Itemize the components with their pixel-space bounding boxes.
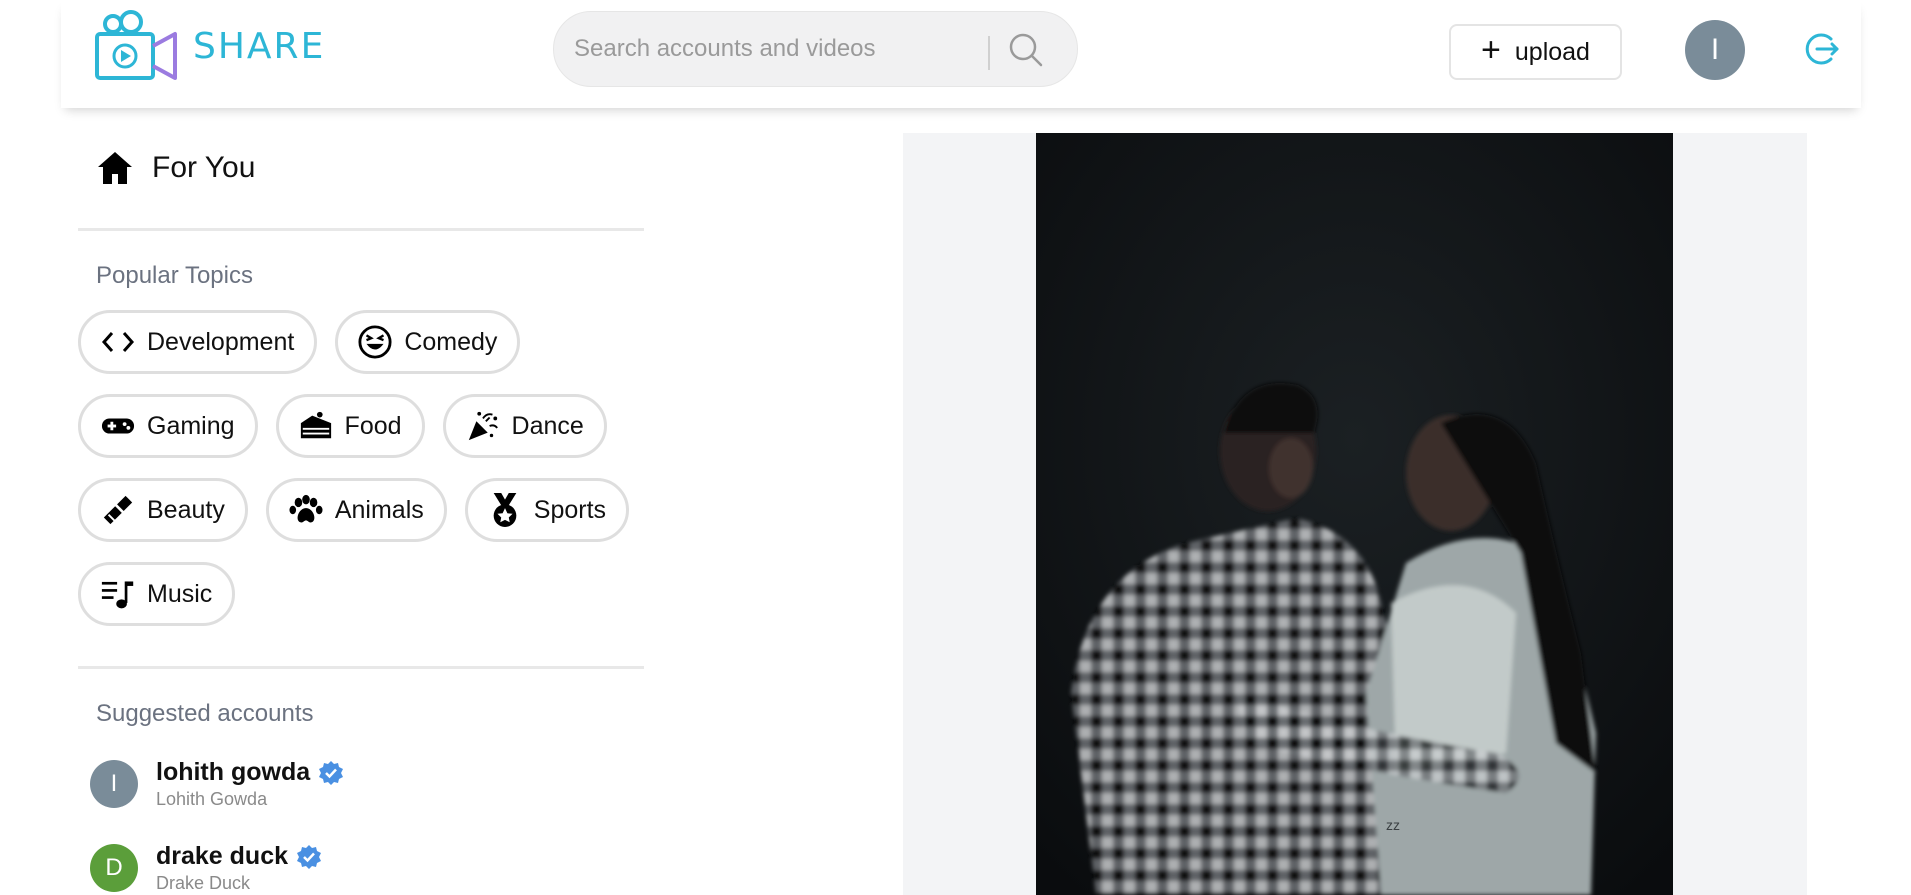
topic-dance[interactable]: Dance (442, 394, 607, 458)
user-avatar[interactable]: I (1685, 20, 1745, 80)
topic-label: Gaming (147, 411, 235, 440)
home-icon (98, 152, 132, 184)
video-feed: zz (903, 133, 1807, 895)
topic-gaming[interactable]: Gaming (78, 394, 258, 458)
suggested-accounts-title: Suggested accounts (96, 700, 314, 727)
laughing-face-icon (358, 325, 392, 359)
cake-icon (299, 409, 333, 443)
top-bar: SHARE + upload I (61, 0, 1861, 108)
topics-list: Development Comedy Gaming Food Dance Bea… (78, 310, 644, 646)
video-player[interactable]: zz (1036, 133, 1673, 895)
topic-label: Beauty (147, 495, 225, 524)
suggested-account[interactable]: I lohith gowda Lohith Gowda (90, 758, 344, 810)
search-input[interactable] (574, 12, 984, 86)
topic-sports[interactable]: Sports (464, 478, 630, 542)
search-divider (988, 36, 990, 70)
verified-badge-icon (297, 844, 322, 869)
topic-label: Sports (533, 495, 607, 524)
medal-icon (488, 493, 522, 527)
topic-music[interactable]: Music (78, 562, 236, 626)
account-username: lohith gowda (156, 758, 311, 786)
topic-label: Development (147, 327, 295, 356)
divider (78, 666, 644, 669)
topic-label: Comedy (404, 327, 498, 356)
avatar: D (90, 844, 138, 892)
brand-name: SHARE (193, 25, 326, 67)
account-username: drake duck (156, 842, 289, 870)
topic-development[interactable]: Development (78, 310, 318, 374)
nav-for-you[interactable]: For You (96, 150, 255, 186)
logout-icon[interactable] (1801, 30, 1839, 68)
topic-label: Dance (511, 411, 584, 440)
search-icon[interactable] (1006, 30, 1046, 70)
divider (78, 228, 644, 231)
gamepad-icon (101, 409, 135, 443)
lipstick-icon (101, 493, 135, 527)
video-frame-image: zz (1036, 133, 1673, 895)
topic-label: Animals (334, 495, 424, 524)
brand-logo[interactable]: SHARE (93, 10, 325, 82)
account-display-name: Drake Duck (156, 873, 251, 893)
topic-label: Food (344, 411, 402, 440)
video-watermark: zz (1386, 817, 1400, 833)
account-display-name: Lohith Gowda (156, 789, 268, 809)
plus-icon: + (1481, 31, 1501, 69)
music-icon (101, 577, 135, 611)
search-bar (553, 11, 1078, 87)
popular-topics-title: Popular Topics (96, 262, 253, 289)
paw-icon (289, 493, 323, 527)
party-popper-icon (466, 409, 500, 443)
topic-label: Music (147, 579, 213, 608)
verified-badge-icon (319, 760, 344, 785)
for-you-label: For You (152, 151, 256, 184)
topic-food[interactable]: Food (275, 394, 425, 458)
topic-beauty[interactable]: Beauty (78, 478, 248, 542)
upload-label: upload (1514, 37, 1590, 66)
sidebar: For You Popular Topics Development Comed… (78, 108, 644, 895)
avatar: I (90, 760, 138, 808)
code-icon (101, 325, 135, 359)
topic-animals[interactable]: Animals (265, 478, 447, 542)
topic-comedy[interactable]: Comedy (335, 310, 521, 374)
upload-button[interactable]: + upload (1449, 24, 1622, 80)
suggested-account[interactable]: D drake duck Drake Duck (90, 842, 322, 894)
video-camera-logo-icon (95, 10, 177, 80)
